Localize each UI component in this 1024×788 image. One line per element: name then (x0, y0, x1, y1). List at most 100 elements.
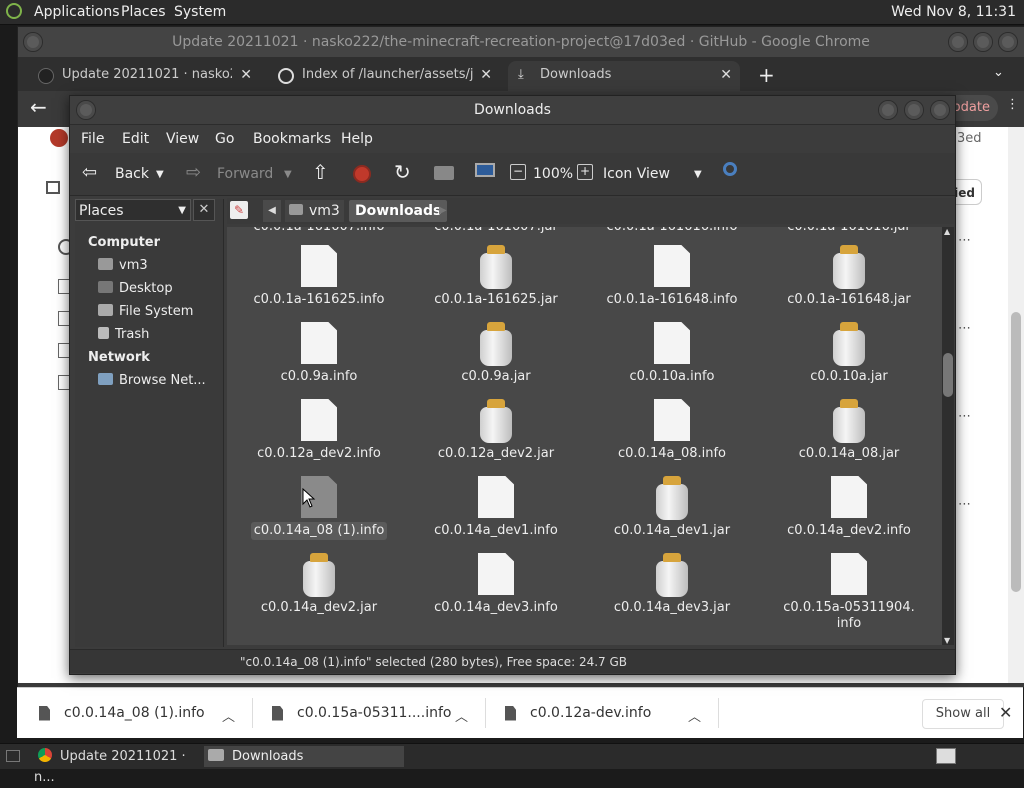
fm-scroll-thumb[interactable] (943, 353, 953, 397)
more-icon[interactable]: ⋯ (958, 233, 971, 248)
more-icon[interactable]: ⋯ (958, 497, 971, 512)
edit-location-icon[interactable]: ✎ (230, 201, 248, 219)
info-file-item[interactable]: c0.0.14a_dev1.info (416, 476, 576, 540)
applications-menu[interactable]: Applications (34, 4, 120, 20)
chevron-up-icon[interactable]: ︿ (455, 706, 468, 725)
jar-file-item[interactable]: c0.0.14a_dev2.jar (239, 553, 399, 617)
back-arrow-icon[interactable]: ⇦ (82, 162, 97, 183)
back-arrow-icon[interactable]: ← (30, 95, 47, 119)
file-item[interactable]: c0.0.1a-161607.info (239, 227, 399, 236)
jar-file-item[interactable]: c0.0.10a.jar (769, 322, 929, 386)
info-file-item[interactable]: c0.0.12a_dev2.info (239, 399, 399, 463)
close-icon[interactable]: ✕ (480, 61, 492, 89)
sidebar-item-trash[interactable]: Trash (98, 327, 149, 342)
jar-file-item[interactable]: c0.0.9a.jar (416, 322, 576, 386)
back-button[interactable]: Back (115, 166, 149, 182)
fm-scrollbar[interactable]: ▲ ▼ (942, 227, 954, 645)
jar-file-item[interactable]: c0.0.1a-161625.jar (416, 245, 576, 309)
stop-icon[interactable] (353, 165, 371, 183)
kebab-menu-icon[interactable]: ⋮ (1006, 97, 1019, 112)
avatar[interactable] (50, 129, 68, 147)
jar-file-item[interactable]: c0.0.1a-161648.jar (769, 245, 929, 309)
file-item[interactable]: c0.0.1a-161616.info (592, 227, 752, 236)
zoom-in-icon[interactable]: + (577, 164, 593, 180)
sidebar-item-browse-network[interactable]: Browse Net... (98, 373, 206, 388)
info-file-item[interactable]: c0.0.9a.info (239, 322, 399, 386)
chevron-down-icon[interactable]: ▼ (156, 169, 164, 180)
info-file-item[interactable]: c0.0.14a_08 (1).info (239, 476, 399, 540)
info-file-item[interactable]: c0.0.1a-161648.info (592, 245, 752, 309)
chevron-up-icon[interactable]: ︿ (222, 706, 235, 725)
show-desktop-icon[interactable] (6, 750, 20, 762)
file-item[interactable]: c0.0.1a-161607.jar (416, 227, 576, 236)
jar-file-item[interactable]: c0.0.14a_08.jar (769, 399, 929, 463)
close-icon[interactable]: ✕ (193, 199, 215, 221)
menu-view[interactable]: View (166, 131, 199, 147)
fm-window-menu-icon[interactable] (76, 100, 96, 120)
forward-arrow-icon[interactable]: ⇨ (186, 162, 201, 183)
chevron-up-icon[interactable]: ︿ (688, 706, 701, 725)
menu-bookmarks[interactable]: Bookmarks (253, 131, 331, 147)
places-menu[interactable]: Places (121, 4, 166, 20)
jar-file-item[interactable]: c0.0.14a_dev1.jar (592, 476, 752, 540)
chevron-down-icon[interactable]: ▼ (284, 169, 292, 180)
menu-go[interactable]: Go (215, 131, 234, 147)
chrome-close-button[interactable] (998, 32, 1018, 52)
close-icon[interactable]: ✕ (999, 703, 1012, 722)
taskbar-item-downloads[interactable]: Downloads (204, 746, 404, 767)
chrome-scrollbar[interactable] (1008, 127, 1024, 683)
menu-edit[interactable]: Edit (122, 131, 149, 147)
system-menu[interactable]: System (174, 4, 226, 20)
info-file-item[interactable]: c0.0.15a-05311904. info (769, 553, 929, 633)
download-item[interactable]: c0.0.14a_08 (1).info (39, 698, 239, 728)
workspace-switcher-icon[interactable] (936, 748, 956, 764)
panel-clock[interactable]: Wed Nov 8, 11:31 (891, 4, 1016, 20)
up-arrow-icon[interactable]: ⇧ (312, 160, 329, 184)
chrome-tab-index[interactable]: Index of /launcher/assets/json ✕ (268, 61, 500, 91)
chrome-scroll-thumb[interactable] (1011, 312, 1021, 592)
chrome-tab-github[interactable]: Update 20211021 · nasko222/th ✕ (28, 61, 260, 91)
forward-button[interactable]: Forward (217, 166, 273, 182)
scroll-down-icon[interactable]: ▼ (944, 636, 950, 645)
chevron-down-icon[interactable]: ▼ (694, 169, 702, 180)
menu-file[interactable]: File (81, 131, 104, 147)
menu-help[interactable]: Help (341, 131, 373, 147)
info-file-item[interactable]: c0.0.10a.info (592, 322, 752, 386)
scroll-up-icon[interactable]: ▲ (944, 227, 950, 236)
fm-icon-view[interactable]: c0.0.1a-161607.info c0.0.1a-161607.jar c0.… (227, 227, 942, 645)
more-icon[interactable]: ⋯ (958, 409, 971, 424)
fm-minimize-button[interactable] (878, 100, 898, 120)
close-icon[interactable]: ✕ (720, 61, 732, 89)
fm-maximize-button[interactable] (904, 100, 924, 120)
chrome-tab-downloads[interactable]: ⤓ Downloads ✕ (508, 61, 740, 91)
download-item[interactable]: c0.0.12a-dev.info (505, 698, 695, 728)
distro-logo-icon[interactable] (6, 3, 22, 19)
jar-file-item[interactable]: c0.0.14a_dev3.jar (592, 553, 752, 617)
zoom-out-icon[interactable]: − (510, 164, 526, 180)
info-file-item[interactable]: c0.0.14a_dev3.info (416, 553, 576, 617)
fm-title-bar[interactable]: Downloads (70, 96, 955, 125)
chrome-maximize-button[interactable] (973, 32, 993, 52)
computer-icon[interactable] (475, 163, 495, 177)
path-right-arrow-icon[interactable]: ▶ (439, 200, 447, 222)
file-item[interactable]: c0.0.1a-161616.jar (769, 227, 929, 236)
jar-file-item[interactable]: c0.0.12a_dev2.jar (416, 399, 576, 463)
info-file-item[interactable]: c0.0.14a_08.info (592, 399, 752, 463)
more-icon[interactable]: ⋯ (958, 321, 971, 336)
path-segment-downloads[interactable]: Downloads (349, 200, 448, 222)
places-select[interactable]: Places ▼ (75, 199, 191, 221)
sidebar-item-file-system[interactable]: File System (98, 304, 193, 319)
path-left-arrow-icon[interactable]: ◀ (263, 200, 281, 222)
search-icon[interactable] (723, 162, 737, 176)
fm-close-button[interactable] (930, 100, 950, 120)
home-folder-icon[interactable] (434, 166, 454, 180)
tab-search-icon[interactable]: ⌄ (993, 65, 1004, 80)
sidebar-item-vm3[interactable]: vm3 (98, 258, 148, 273)
info-file-item[interactable]: c0.0.14a_dev2.info (769, 476, 929, 540)
close-icon[interactable]: ✕ (240, 61, 252, 89)
chrome-menu-button-icon[interactable] (23, 32, 43, 52)
chrome-title-bar[interactable]: Update 20211021 · nasko222/the-minecraft… (18, 27, 1024, 57)
sidebar-item-desktop[interactable]: Desktop (98, 281, 173, 296)
chrome-minimize-button[interactable] (948, 32, 968, 52)
sidebar-toggle-icon[interactable] (46, 181, 60, 194)
